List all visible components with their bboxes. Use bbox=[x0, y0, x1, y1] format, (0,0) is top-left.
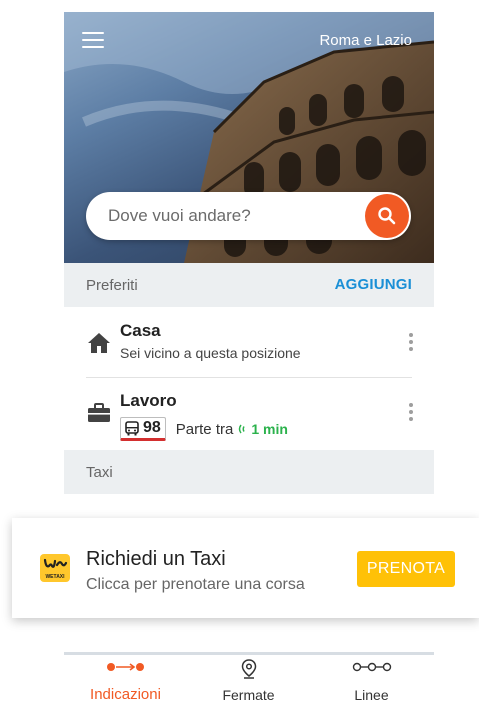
wetaxi-logo-mark bbox=[43, 558, 68, 568]
taxi-card-subtitle: Clicca per prenotare una corsa bbox=[86, 576, 305, 593]
tab-label: Linee bbox=[354, 687, 389, 703]
favorites-header: Preferiti AGGIUNGI bbox=[64, 263, 434, 307]
wetaxi-logo: WETAXI bbox=[40, 554, 70, 582]
taxi-section-title: Taxi bbox=[86, 464, 113, 481]
briefcase-icon bbox=[88, 403, 110, 422]
tab-label: Fermate bbox=[222, 687, 275, 703]
departs-label: Parte tra bbox=[175, 420, 234, 438]
tab-linee[interactable]: Linee bbox=[310, 655, 433, 707]
home-icon bbox=[88, 333, 110, 353]
hero-image: Roma e Lazio bbox=[64, 12, 434, 263]
search-input[interactable] bbox=[108, 192, 358, 240]
favorite-name: Casa bbox=[120, 321, 161, 340]
directions-icon bbox=[106, 663, 144, 671]
favorites-title: Preferiti bbox=[86, 277, 138, 294]
menu-icon[interactable] bbox=[82, 32, 104, 50]
realtime-signal-icon bbox=[239, 424, 245, 434]
eta-value: 1 min bbox=[251, 421, 288, 437]
tab-fermate[interactable]: Fermate bbox=[187, 655, 310, 707]
tab-label: Indicazioni bbox=[90, 686, 161, 703]
wetaxi-logo-text: WETAXI bbox=[45, 574, 65, 580]
next-departure: 98 Parte tra 1 min bbox=[120, 417, 288, 441]
divider bbox=[86, 377, 412, 378]
lines-icon bbox=[352, 662, 391, 672]
search-bar bbox=[86, 192, 411, 240]
favorite-item-casa[interactable]: Casa Sei vicino a questa posizione bbox=[64, 309, 434, 381]
search-icon bbox=[378, 207, 396, 225]
region-selector[interactable]: Roma e Lazio bbox=[319, 32, 412, 49]
bus-icon bbox=[125, 420, 139, 435]
favorite-subtitle: Sei vicino a questa posizione bbox=[120, 345, 301, 361]
bottom-navigation: Indicazioni Fermate Linee bbox=[64, 652, 434, 707]
taxi-card-title: Richiedi un Taxi bbox=[86, 548, 226, 570]
eta: 1 min bbox=[238, 421, 288, 437]
taxi-request-card[interactable]: WETAXI Richiedi un Taxi Clicca per preno… bbox=[12, 518, 479, 618]
search-button[interactable] bbox=[365, 194, 409, 238]
add-favorite-button[interactable]: AGGIUNGI bbox=[335, 276, 412, 293]
more-options-icon[interactable] bbox=[408, 403, 414, 421]
stop-pin-icon bbox=[241, 659, 256, 679]
taxi-section-header: Taxi bbox=[64, 450, 434, 494]
favorite-item-lavoro[interactable]: Lavoro 98 Parte tra 1 min bbox=[64, 379, 434, 451]
bus-line-number: 98 bbox=[143, 419, 161, 436]
bus-line-badge: 98 bbox=[120, 417, 166, 441]
tab-indicazioni[interactable]: Indicazioni bbox=[64, 655, 187, 707]
book-taxi-button[interactable]: PRENOTA bbox=[357, 551, 455, 587]
favorite-name: Lavoro bbox=[120, 391, 177, 410]
more-options-icon[interactable] bbox=[408, 333, 414, 351]
